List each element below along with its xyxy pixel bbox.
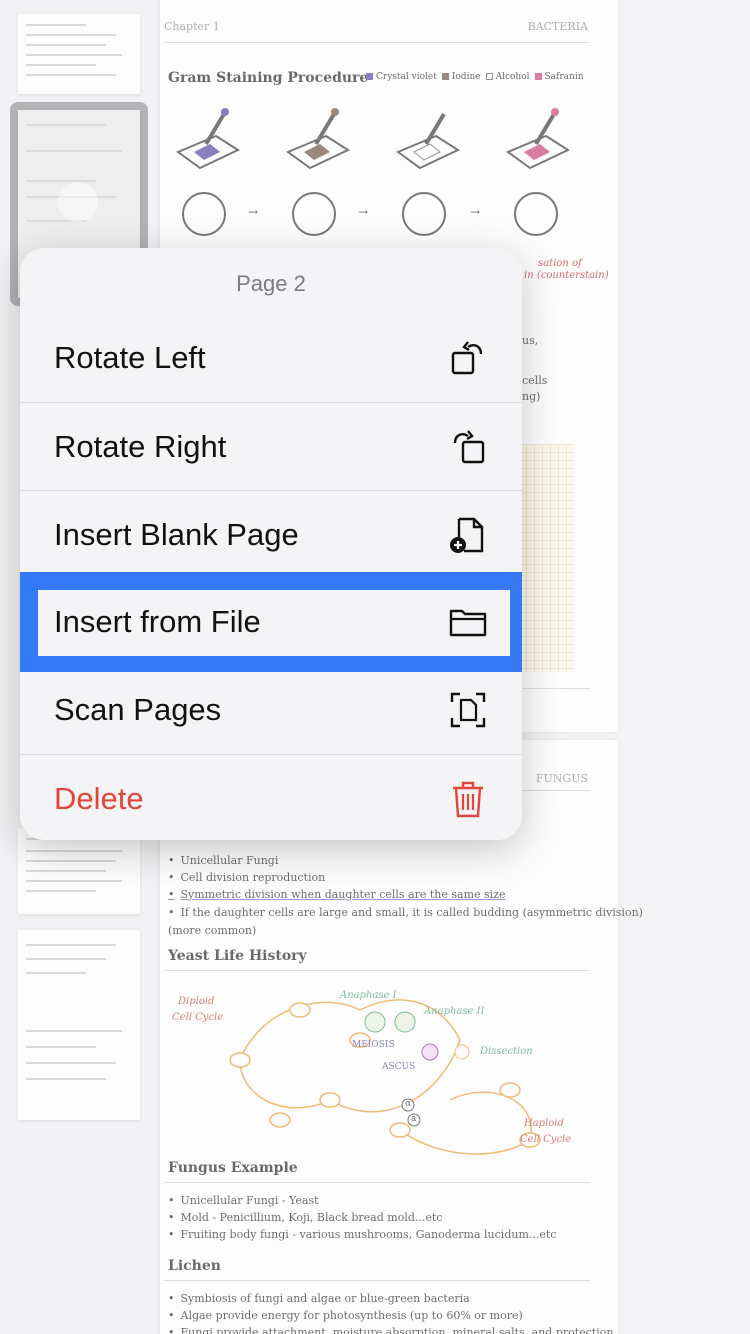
- insert-from-file-button[interactable]: Insert from File: [20, 578, 522, 666]
- rotate-right-icon: [453, 430, 485, 464]
- delete-button[interactable]: Delete: [20, 754, 522, 840]
- rotate-left-icon: [451, 341, 483, 375]
- rotate-left-button[interactable]: Rotate Left: [20, 314, 522, 402]
- insert-blank-page-icon: [450, 517, 484, 553]
- menu-title: Page 2: [236, 271, 306, 296]
- menu-item-label: Insert from File: [54, 604, 261, 639]
- menu-item-label: Scan Pages: [54, 692, 222, 727]
- page-context-menu: Page 2 Rotate Left Rotate Right Insert B…: [20, 248, 522, 840]
- menu-item-label: Insert Blank Page: [54, 517, 299, 552]
- menu-item-label: Rotate Left: [54, 340, 206, 375]
- insert-blank-page-button[interactable]: Insert Blank Page: [20, 490, 522, 578]
- folder-icon: [449, 609, 487, 637]
- trash-icon: [453, 781, 483, 818]
- scan-pages-button[interactable]: Scan Pages: [20, 666, 522, 754]
- menu-item-label: Rotate Right: [54, 429, 227, 464]
- rotate-right-button[interactable]: Rotate Right: [20, 402, 522, 490]
- menu-item-label: Delete: [54, 781, 144, 816]
- scan-pages-icon: [450, 692, 486, 728]
